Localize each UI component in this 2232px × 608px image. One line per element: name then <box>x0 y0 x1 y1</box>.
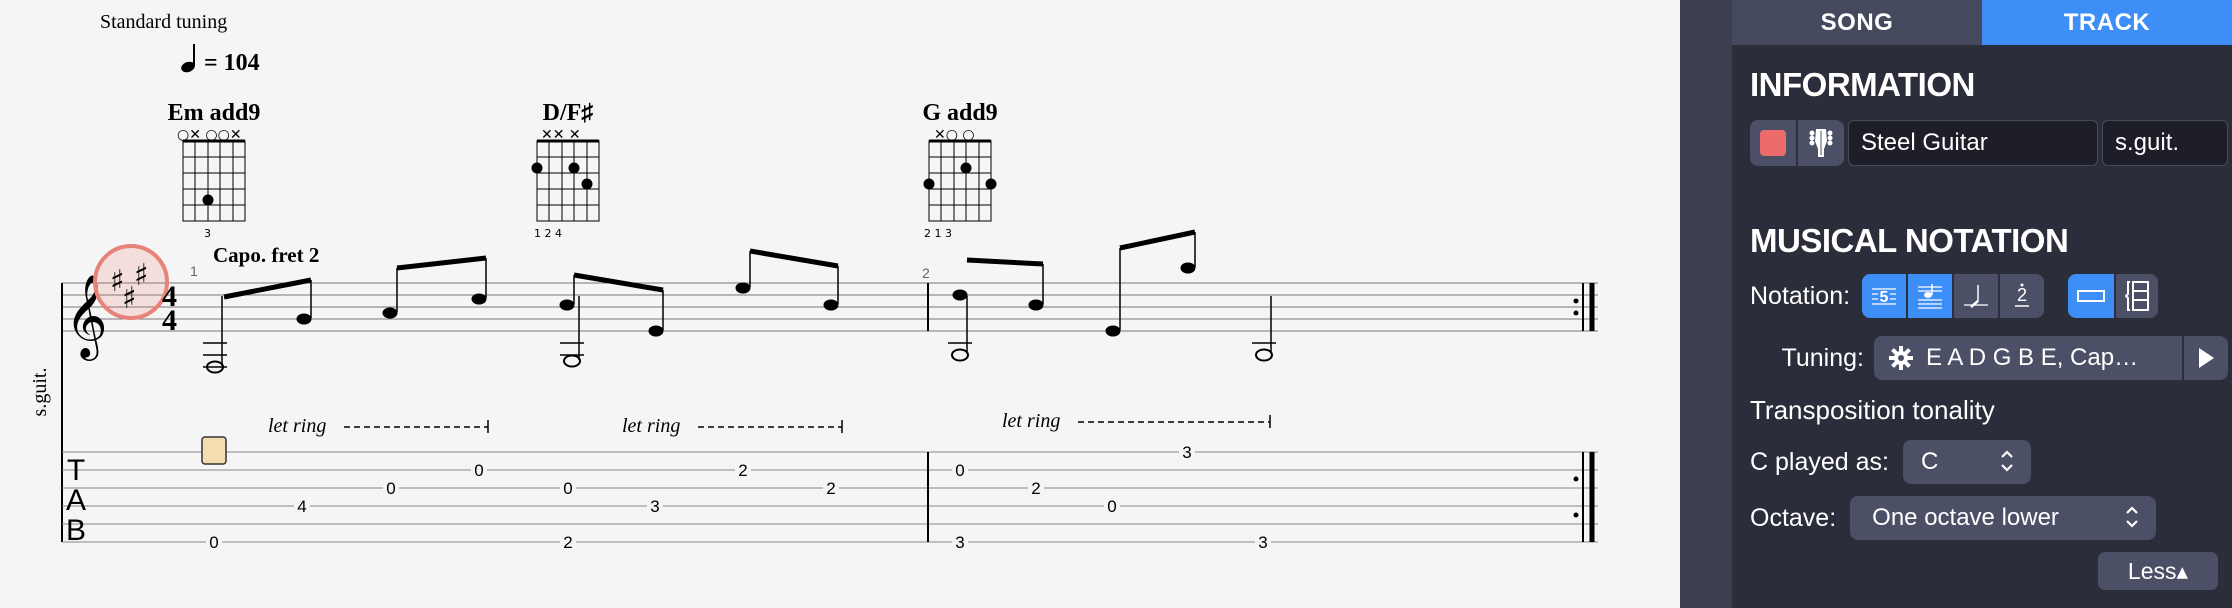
slash-icon <box>1964 285 1988 308</box>
let-ring-label: let ring <box>1002 410 1060 432</box>
tab-clef-t: T <box>67 454 85 487</box>
edit-cursor[interactable] <box>201 436 227 465</box>
track-short-name[interactable]: s.guit. <box>29 368 51 417</box>
notes-measure-2[interactable] <box>948 229 1276 362</box>
octave-row: Octave: One octave lower <box>1750 496 2157 540</box>
svg-text:3: 3 <box>1182 443 1191 462</box>
score-view[interactable]: Standard tuning = 104 Em add9 D/F♯ G add… <box>0 0 1680 608</box>
chevron-up-down-icon <box>2126 506 2138 528</box>
octave-label: Octave: <box>1750 503 1837 532</box>
svg-text:0: 0 <box>1107 497 1116 516</box>
track-info-row: Steel Guitar s.guit. <box>1750 120 2228 166</box>
tuning-select[interactable]: E A D G B E, Cap… <box>1874 336 2182 380</box>
svg-text:0: 0 <box>955 461 964 480</box>
chord-diagram-g-add9[interactable] <box>923 139 997 222</box>
play-icon <box>2199 348 2214 368</box>
notation-label: Notation: <box>1750 281 1851 310</box>
svg-text:0: 0 <box>563 479 572 498</box>
let-ring-label: let ring <box>622 415 680 437</box>
color-swatch <box>1760 130 1786 156</box>
svg-text:2: 2 <box>2017 285 2027 305</box>
tab-clef-a: A <box>66 484 86 517</box>
numbered-notation-button[interactable]: 2 <box>2000 274 2044 318</box>
svg-text:0: 0 <box>209 533 218 552</box>
tuning-row: Tuning: E A D G B E, Cap… <box>1750 336 2228 380</box>
standard-tab-notation-button[interactable] <box>1908 274 1952 318</box>
time-signature-bottom: 4 <box>162 304 177 337</box>
tab-clef-b: B <box>66 514 86 547</box>
svg-text:2: 2 <box>826 479 835 498</box>
svg-text:2: 2 <box>563 533 572 552</box>
chord-name[interactable]: Em add9 <box>168 100 261 126</box>
notation-row: Notation: 5 2 <box>1750 274 2158 318</box>
horizontal-layout-icon <box>2077 290 2105 302</box>
svg-text:♯: ♯ <box>134 258 149 293</box>
track-color-button[interactable] <box>1750 120 1796 166</box>
svg-text:0: 0 <box>474 461 483 480</box>
panel-divider <box>1680 0 1732 608</box>
chord-top-marks: ✕✕ ✕ <box>541 127 581 143</box>
instrument-short-field[interactable]: s.guit. <box>2102 120 2228 166</box>
instrument-name-field[interactable]: Steel Guitar <box>1848 120 2098 166</box>
let-ring-label: let ring <box>268 415 326 437</box>
chord-fingers: 1 2 4 <box>534 227 562 240</box>
page-view-button[interactable] <box>2068 274 2114 318</box>
bar-number: 1 <box>190 263 198 279</box>
chord-name[interactable]: D/F♯ <box>543 100 594 126</box>
c-played-value: C <box>1920 448 1939 475</box>
tempo-value: = 104 <box>204 50 260 76</box>
chord-top-marks: ○✕ ○○✕ <box>177 127 242 143</box>
svg-text:3: 3 <box>1258 533 1267 552</box>
chord-fingers: 3 <box>204 227 211 240</box>
tuning-value: E A D G B E, Cap… <box>1926 344 2139 371</box>
octave-select[interactable]: One octave lower <box>1850 496 2157 540</box>
guitar-headstock-icon <box>1809 129 1833 157</box>
tab-song[interactable]: SONG <box>1732 0 1982 45</box>
musical-notation-title: MUSICAL NOTATION <box>1750 222 2069 259</box>
instrument-icon-button[interactable] <box>1798 120 1844 166</box>
octave-value: One octave lower <box>1872 504 2059 531</box>
score-canvas: Standard tuning = 104 Em add9 D/F♯ G add… <box>29 11 1598 552</box>
c-played-label: C played as: <box>1750 447 1889 476</box>
c-played-row: C played as: C <box>1750 440 2031 484</box>
tuning-play-button[interactable] <box>2184 336 2228 380</box>
transposition-title-row: Transposition tonality <box>1750 395 1995 426</box>
standard-tab-icon <box>1918 284 1942 309</box>
numbered-icon: 2 <box>2015 283 2029 307</box>
vertical-view-button[interactable] <box>2116 274 2158 318</box>
tuning-label: Tuning: <box>1781 343 1864 372</box>
svg-text:0: 0 <box>386 479 395 498</box>
svg-text:3: 3 <box>955 533 964 552</box>
tuning-label: Standard tuning <box>100 11 227 33</box>
svg-text:2: 2 <box>1031 479 1040 498</box>
tab-notes-measure-2[interactable]: 0 2 0 3 3 3 <box>952 443 1271 552</box>
chord-top-marks: ✕○ ○ <box>934 127 975 143</box>
chord-diagram-em-add9[interactable] <box>182 139 246 222</box>
bar-number: 2 <box>922 265 930 281</box>
information-title: INFORMATION <box>1750 66 1975 103</box>
svg-text:2: 2 <box>738 461 747 480</box>
notes-measure-1[interactable] <box>203 248 839 374</box>
chord-fingers: 2 1 3 <box>924 227 952 240</box>
inspector-panel: SONG TRACK INFORMATION Steel Guitar s.gu… <box>1732 0 2232 608</box>
capo-text: Capo. fret 2 <box>213 243 319 267</box>
inspector-tabs: SONG TRACK <box>1732 0 2232 45</box>
gear-icon <box>1889 346 1913 370</box>
chord-name[interactable]: G add9 <box>922 100 997 126</box>
c-played-select[interactable]: C <box>1902 440 2031 484</box>
svg-text:3: 3 <box>650 497 659 516</box>
tab-icon: 5 <box>1872 288 1896 306</box>
less-button[interactable]: Less▴ <box>2098 552 2218 590</box>
slash-notation-button[interactable] <box>1954 274 1998 318</box>
chord-diagram-d-f-sharp[interactable] <box>531 139 600 222</box>
tab-notation-button[interactable]: 5 <box>1862 274 1906 318</box>
vertical-layout-icon <box>2124 281 2149 311</box>
svg-text:5: 5 <box>1880 289 1889 306</box>
tab-track[interactable]: TRACK <box>1982 0 2232 45</box>
chevron-up-down-icon <box>2001 450 2013 472</box>
transposition-title: Transposition tonality <box>1750 395 1995 425</box>
svg-text:4: 4 <box>297 497 306 516</box>
